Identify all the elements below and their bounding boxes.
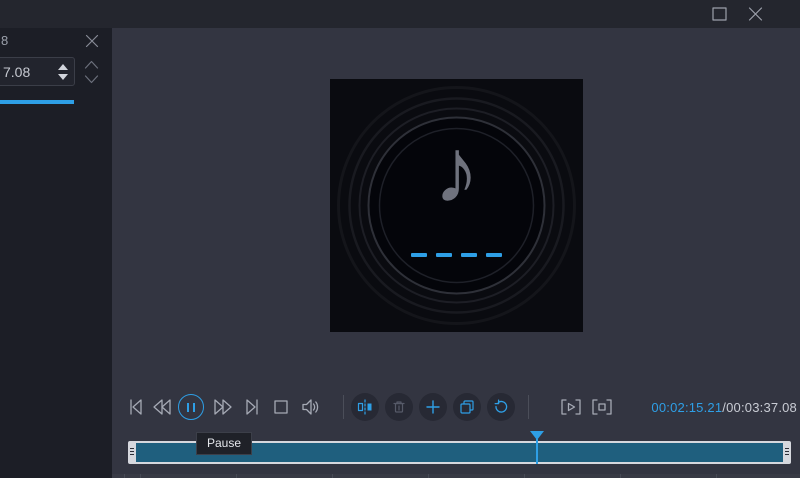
close-icon (748, 7, 762, 21)
skip-back-icon (130, 399, 142, 415)
skip-forward-icon (246, 399, 258, 415)
time-spinner[interactable]: 7.08 (0, 57, 75, 86)
playhead[interactable] (530, 431, 545, 464)
skip-back-button[interactable] (125, 396, 147, 418)
music-note-icon: ♪ (433, 120, 480, 222)
panel-indicator-line (0, 100, 74, 104)
trash-icon (393, 401, 405, 413)
close-icon (85, 34, 98, 47)
left-panel: 8 7.08 (0, 28, 112, 478)
maximize-icon (711, 7, 727, 21)
add-button[interactable] (419, 393, 447, 421)
play-selection-icon (561, 399, 581, 415)
pause-button[interactable] (178, 394, 204, 420)
pause-tooltip: Pause (196, 432, 253, 455)
fast-forward-button[interactable] (212, 396, 234, 418)
separator (528, 395, 529, 419)
separator (343, 395, 344, 419)
reset-button[interactable] (487, 393, 515, 421)
titlebar (0, 0, 800, 28)
stop-icon (274, 400, 288, 414)
panel-close-button[interactable] (83, 32, 100, 49)
player-stage: ♪ 00:02:15.21/00:03:37.08 Pause (112, 28, 800, 478)
album-art: ♪ (330, 79, 583, 332)
time-current: 00:02:15.21 (651, 400, 723, 415)
trim-handle-left[interactable] (130, 448, 134, 457)
reset-icon (494, 399, 508, 413)
spinner-arrows (58, 58, 68, 85)
delete-button[interactable] (385, 393, 413, 421)
loading-dashes (330, 253, 583, 257)
pause-icon (187, 402, 189, 412)
copy-icon (460, 400, 474, 414)
time-display: 00:02:15.21/00:03:37.08 (651, 400, 797, 415)
chevron-up-icon (84, 60, 99, 69)
chevron-down-button[interactable] (83, 73, 100, 86)
close-button[interactable] (745, 5, 765, 23)
skip-forward-button[interactable] (241, 396, 263, 418)
fast-forward-icon (214, 399, 232, 415)
loading-dash (436, 253, 452, 257)
play-selection-button[interactable] (559, 396, 583, 418)
maximize-button[interactable] (709, 5, 729, 23)
ruler-strip (112, 474, 800, 478)
copy-button[interactable] (453, 393, 481, 421)
split-icon (357, 399, 372, 415)
stop-button[interactable] (270, 396, 292, 418)
split-button[interactable] (351, 393, 379, 421)
volume-button[interactable] (299, 396, 321, 418)
playhead-stem (536, 439, 539, 464)
spin-down-icon[interactable] (58, 73, 68, 80)
volume-icon (302, 399, 319, 415)
trim-handle-right[interactable] (785, 448, 789, 457)
chevron-up-button[interactable] (83, 58, 100, 71)
plus-icon (426, 400, 440, 414)
chevron-down-icon (84, 75, 99, 84)
spin-up-icon[interactable] (58, 63, 68, 70)
stop-selection-button[interactable] (590, 396, 614, 418)
loading-dash (486, 253, 502, 257)
rewind-icon (153, 399, 171, 415)
media-player-window: 8 7.08 ♪ 00:02:15.21/00:03:37.08 Pause (0, 0, 800, 478)
time-total: 00:03:37.08 (726, 400, 797, 415)
loading-dash (411, 253, 427, 257)
rewind-button[interactable] (151, 396, 173, 418)
clipped-label: 8 (1, 33, 9, 48)
stop-selection-icon (592, 399, 612, 415)
loading-dash (461, 253, 477, 257)
